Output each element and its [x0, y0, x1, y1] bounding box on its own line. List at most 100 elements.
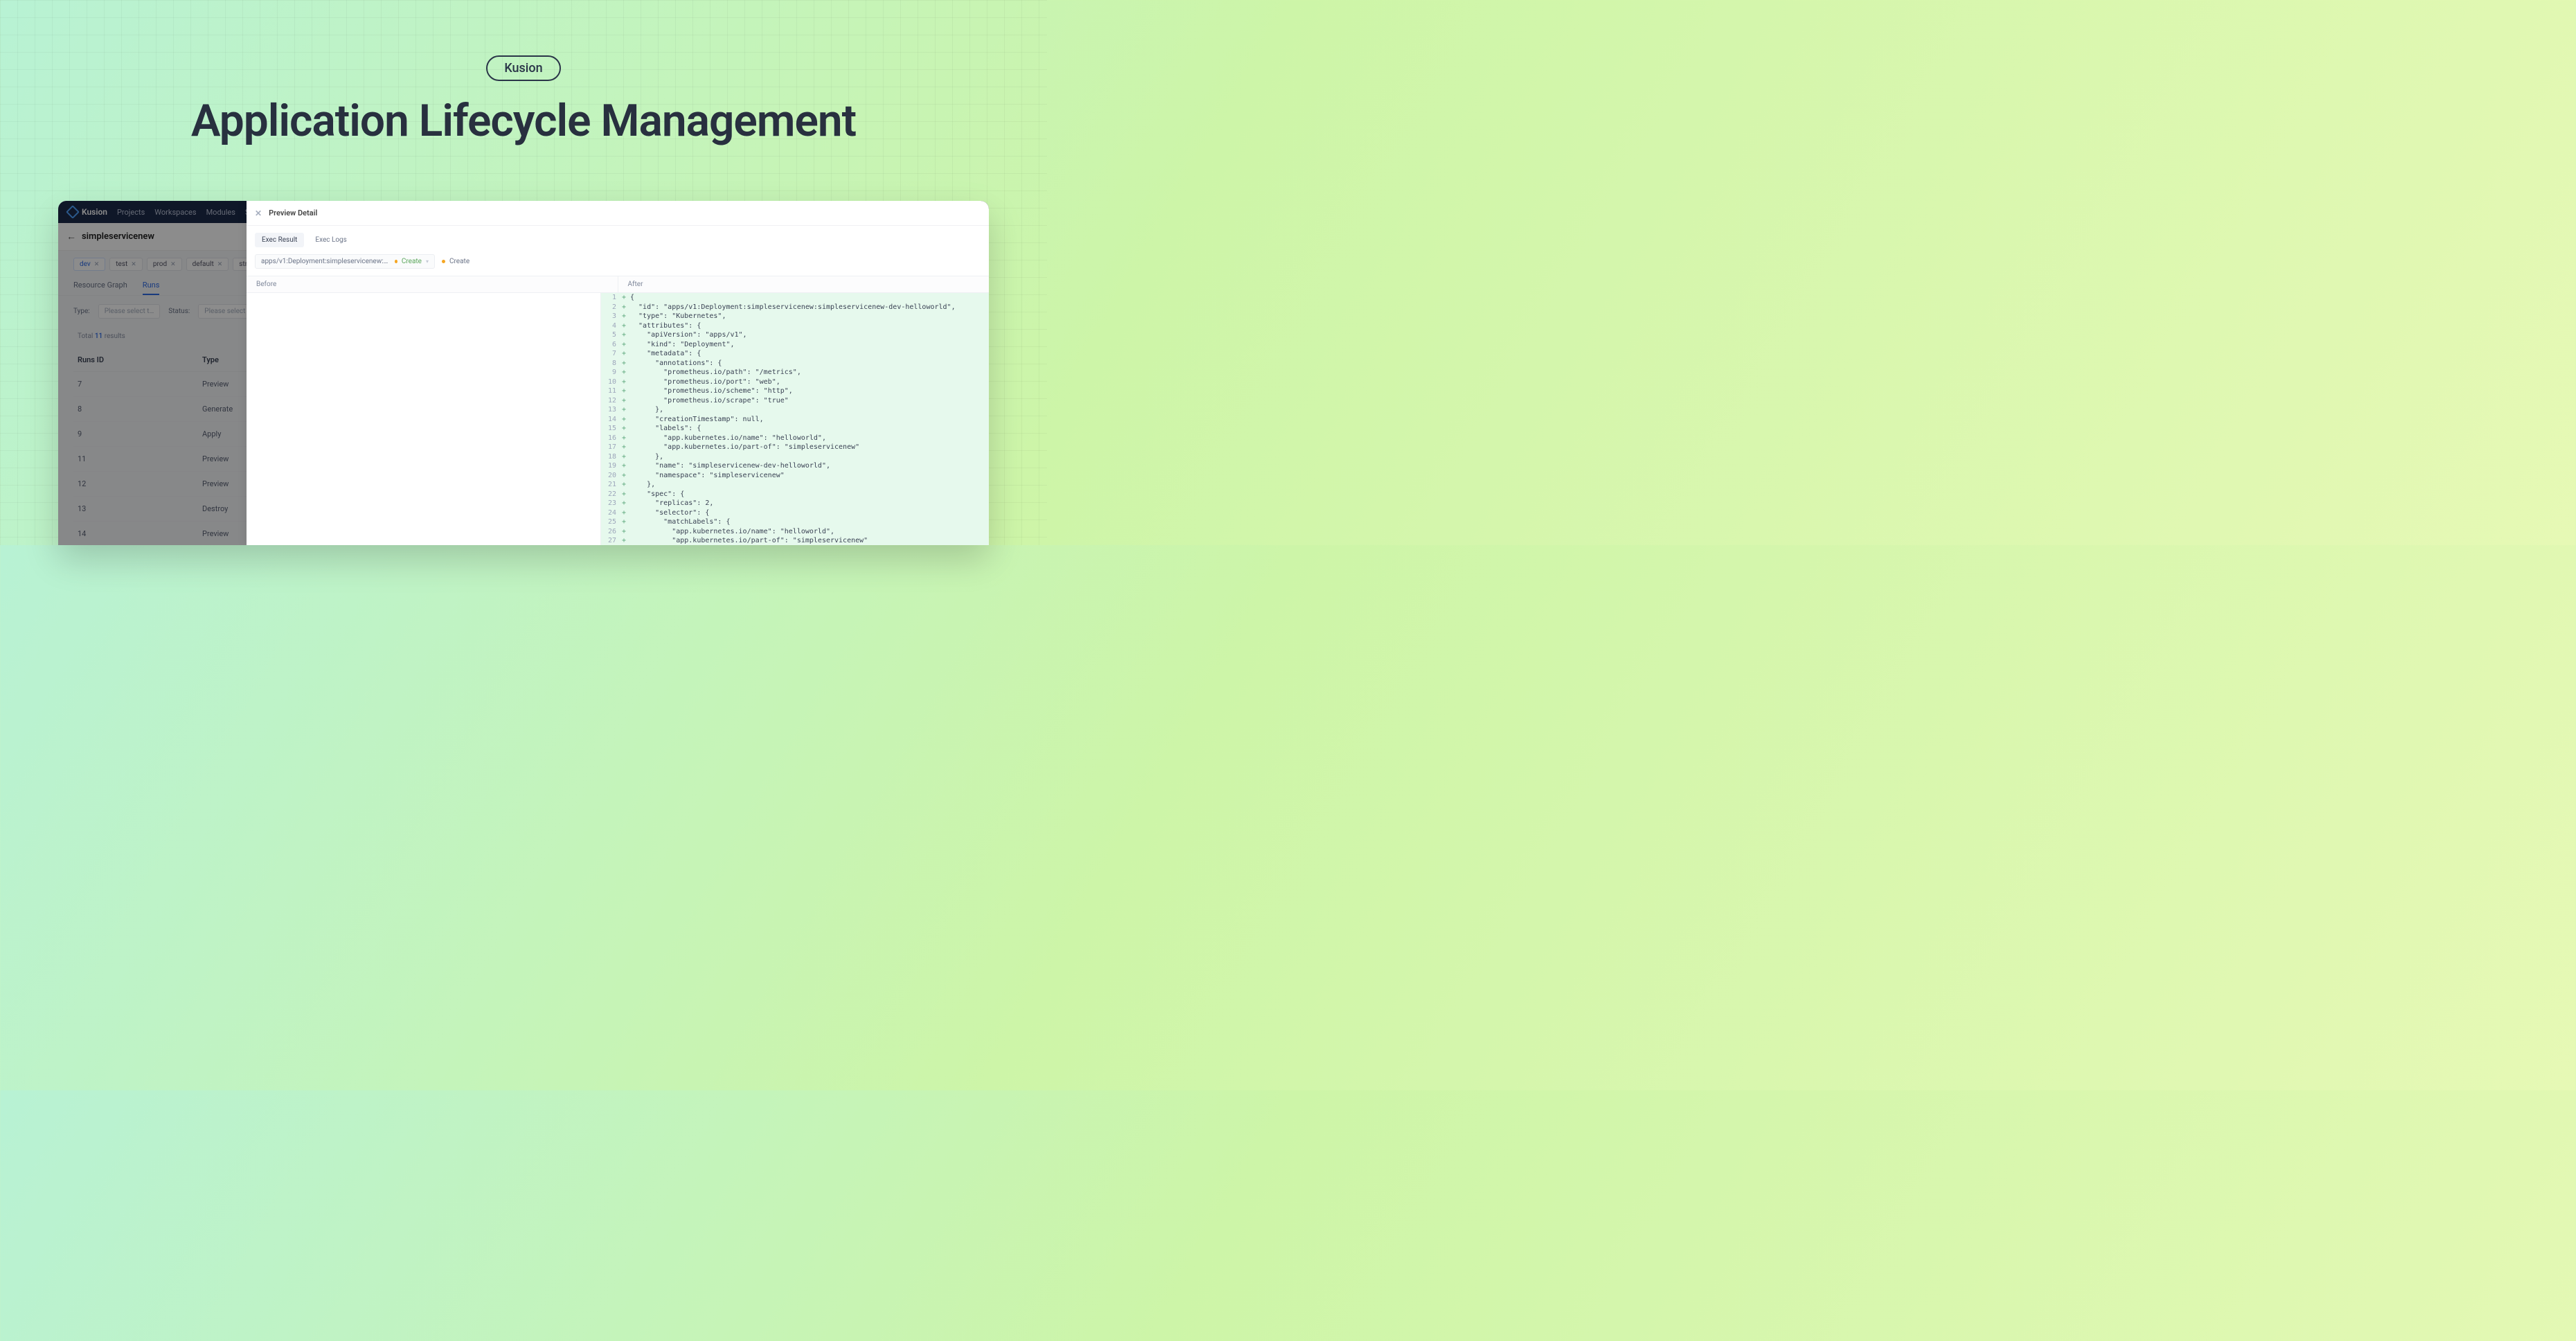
- resource-crumb[interactable]: apps/v1:Deployment:simpleservicenew:simp…: [255, 254, 435, 269]
- line-number: 6: [601, 340, 622, 350]
- diff-add-marker: +: [622, 452, 630, 462]
- line-content: "prometheus.io/scrape": "true": [630, 396, 789, 406]
- diff-add-marker: +: [622, 340, 630, 350]
- status-dot-icon: [395, 260, 397, 263]
- modal-header: ✕ Preview Detail: [247, 201, 989, 226]
- line-content: "namespace": "simpleservicenew": [630, 471, 785, 481]
- line-number: 23: [601, 499, 622, 508]
- hero-pill: Kusion: [486, 55, 560, 81]
- modal-tabs: Exec Result Exec Logs: [247, 226, 989, 251]
- diff-body: 1+{2+ "id": "apps/v1:Deployment:simplese…: [247, 293, 989, 545]
- line-number: 26: [601, 527, 622, 537]
- line-content: "prometheus.io/port": "web",: [630, 378, 780, 387]
- diff-add-marker: +: [622, 303, 630, 312]
- line-content: "selector": {: [630, 508, 709, 518]
- line-content: "replicas": 2,: [630, 499, 713, 508]
- tab-exec-result[interactable]: Exec Result: [255, 233, 304, 247]
- line-content: "name": "simpleservicenew-dev-helloworld…: [630, 461, 830, 471]
- code-line: 4+ "attributes": {: [601, 321, 989, 331]
- line-number: 15: [601, 424, 622, 434]
- code-line: 10+ "prometheus.io/port": "web",: [601, 378, 989, 387]
- code-line: 18+ },: [601, 452, 989, 462]
- tab-exec-logs[interactable]: Exec Logs: [308, 233, 353, 247]
- line-content: "metadata": {: [630, 349, 701, 359]
- line-content: "app.kubernetes.io/part-of": "simpleserv…: [630, 536, 868, 545]
- line-content: "spec": {: [630, 490, 684, 499]
- line-number: 1: [601, 293, 622, 303]
- resource-crumb-action: Create: [402, 258, 422, 265]
- line-number: 5: [601, 330, 622, 340]
- code-line: 15+ "labels": {: [601, 424, 989, 434]
- hero-title: Application Lifecycle Management: [0, 95, 1047, 147]
- code-line: 19+ "name": "simpleservicenew-dev-hellow…: [601, 461, 989, 471]
- resource-breadcrumb: apps/v1:Deployment:simpleservicenew:simp…: [247, 251, 989, 276]
- code-line: 13+ },: [601, 405, 989, 415]
- diff-before-header: Before: [247, 276, 618, 292]
- modal-title: Preview Detail: [269, 208, 317, 217]
- line-content: "id": "apps/v1:Deployment:simpleservicen…: [630, 303, 956, 312]
- diff-add-marker: +: [622, 415, 630, 425]
- line-number: 21: [601, 480, 622, 490]
- diff-add-marker: +: [622, 293, 630, 303]
- app-window: Kusion Projects Workspaces Modules Sourc…: [58, 201, 989, 545]
- code-line: 7+ "metadata": {: [601, 349, 989, 359]
- diff-add-marker: +: [622, 396, 630, 406]
- line-number: 13: [601, 405, 622, 415]
- line-number: 22: [601, 490, 622, 499]
- line-content: "annotations": {: [630, 359, 722, 368]
- diff-add-marker: +: [622, 517, 630, 527]
- diff-add-marker: +: [622, 312, 630, 321]
- diff-add-marker: +: [622, 536, 630, 545]
- diff-add-marker: +: [622, 378, 630, 387]
- chevron-down-icon: ▾: [426, 258, 429, 265]
- diff-add-marker: +: [622, 461, 630, 471]
- line-number: 17: [601, 443, 622, 452]
- diff-add-marker: +: [622, 443, 630, 452]
- code-line: 5+ "apiVersion": "apps/v1",: [601, 330, 989, 340]
- trail-action: Create: [449, 258, 469, 265]
- resource-crumb-text: apps/v1:Deployment:simpleservicenew:simp…: [261, 258, 391, 265]
- code-line: 11+ "prometheus.io/scheme": "http",: [601, 387, 989, 396]
- close-icon[interactable]: ✕: [255, 208, 262, 218]
- line-number: 18: [601, 452, 622, 462]
- code-line: 26+ "app.kubernetes.io/name": "helloworl…: [601, 527, 989, 537]
- code-line: 1+{: [601, 293, 989, 303]
- trail: Create: [442, 258, 469, 265]
- diff-add-marker: +: [622, 405, 630, 415]
- line-number: 7: [601, 349, 622, 359]
- diff-add-marker: +: [622, 527, 630, 537]
- diff-add-marker: +: [622, 424, 630, 434]
- line-content: "type": "Kubernetes",: [630, 312, 726, 321]
- line-content: "app.kubernetes.io/part-of": "simpleserv…: [630, 443, 859, 452]
- code-line: 14+ "creationTimestamp": null,: [601, 415, 989, 425]
- line-number: 12: [601, 396, 622, 406]
- line-number: 25: [601, 517, 622, 527]
- preview-detail-panel: ✕ Preview Detail Exec Result Exec Logs a…: [247, 201, 989, 545]
- line-number: 3: [601, 312, 622, 321]
- code-line: 3+ "type": "Kubernetes",: [601, 312, 989, 321]
- line-number: 14: [601, 415, 622, 425]
- code-line: 24+ "selector": {: [601, 508, 989, 518]
- code-line: 8+ "annotations": {: [601, 359, 989, 368]
- line-content: },: [630, 452, 663, 462]
- line-number: 9: [601, 368, 622, 378]
- diff-after-pane[interactable]: 1+{2+ "id": "apps/v1:Deployment:simplese…: [601, 293, 989, 545]
- code-line: 9+ "prometheus.io/path": "/metrics",: [601, 368, 989, 378]
- line-number: 16: [601, 434, 622, 443]
- code-line: 27+ "app.kubernetes.io/part-of": "simple…: [601, 536, 989, 545]
- line-content: "prometheus.io/scheme": "http",: [630, 387, 793, 396]
- diff-add-marker: +: [622, 480, 630, 490]
- code-line: 25+ "matchLabels": {: [601, 517, 989, 527]
- code-line: 22+ "spec": {: [601, 490, 989, 499]
- line-content: "prometheus.io/path": "/metrics",: [630, 368, 801, 378]
- diff-header: Before After: [247, 276, 989, 293]
- line-number: 8: [601, 359, 622, 368]
- diff-add-marker: +: [622, 499, 630, 508]
- diff-add-marker: +: [622, 508, 630, 518]
- line-content: "app.kubernetes.io/name": "helloworld",: [630, 434, 826, 443]
- code-line: 6+ "kind": "Deployment",: [601, 340, 989, 350]
- line-number: 20: [601, 471, 622, 481]
- code-line: 20+ "namespace": "simpleservicenew": [601, 471, 989, 481]
- code-line: 16+ "app.kubernetes.io/name": "helloworl…: [601, 434, 989, 443]
- line-number: 19: [601, 461, 622, 471]
